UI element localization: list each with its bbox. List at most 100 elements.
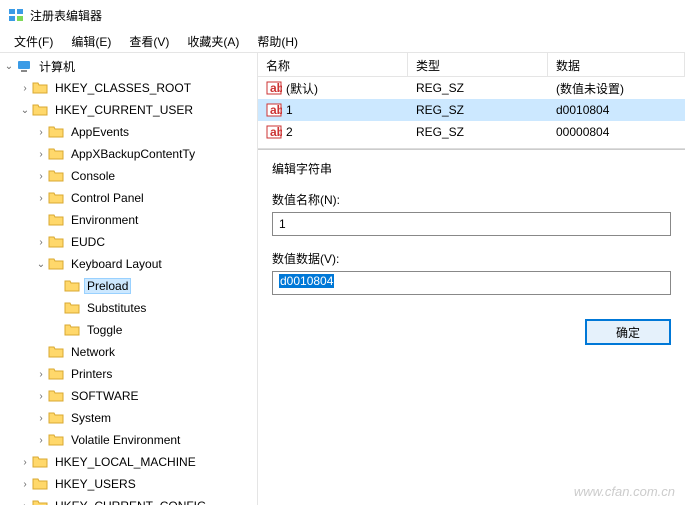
tree-network[interactable]: ·Network <box>0 341 257 363</box>
tree-label: Substitutes <box>84 300 149 316</box>
value-type: REG_SZ <box>408 81 548 95</box>
folder-icon <box>32 454 48 470</box>
tree-subst[interactable]: ·Substitutes <box>0 297 257 319</box>
tree-label: Network <box>68 344 118 360</box>
expand-icon[interactable]: › <box>18 83 32 94</box>
tree-kbd[interactable]: ⌄ Keyboard Layout <box>0 253 257 275</box>
folder-icon <box>48 388 64 404</box>
list-row[interactable]: ab 1 REG_SZd0010804 <box>258 99 685 121</box>
menu-favorites[interactable]: 收藏夹(A) <box>179 31 247 52</box>
list-header: 名称 类型 数据 <box>258 53 685 77</box>
tree-appx[interactable]: ›AppXBackupContentTy <box>0 143 257 165</box>
tree-software[interactable]: › SOFTWARE <box>0 385 257 407</box>
expand-icon[interactable]: › <box>34 391 48 402</box>
menu-help[interactable]: 帮助(H) <box>249 31 306 52</box>
value-data-input[interactable]: d0010804 <box>272 271 671 295</box>
folder-icon <box>48 146 64 162</box>
folder-icon <box>32 102 48 118</box>
computer-icon <box>16 58 32 74</box>
expand-icon[interactable]: ⌄ <box>2 61 16 72</box>
expand-icon[interactable]: › <box>18 479 32 490</box>
edit-string-dialog: 编辑字符串 数值名称(N): 数值数据(V): d0010804 确定 <box>258 149 685 359</box>
tree-label: Printers <box>68 366 115 382</box>
tree-label: System <box>68 410 114 426</box>
expand-icon[interactable]: › <box>18 457 32 468</box>
value-type: REG_SZ <box>408 103 548 117</box>
tree-eudc[interactable]: › EUDC <box>0 231 257 253</box>
tree-hkcr[interactable]: › HKEY_CLASSES_ROOT <box>0 77 257 99</box>
tree-label: HKEY_USERS <box>52 476 139 492</box>
tree-hkcc[interactable]: ›HKEY_CURRENT_CONFIG <box>0 495 257 505</box>
expand-icon[interactable]: › <box>34 193 48 204</box>
col-name[interactable]: 名称 <box>258 53 408 76</box>
tree-toggle[interactable]: ·Toggle <box>0 319 257 341</box>
tree-label: Keyboard Layout <box>68 256 165 272</box>
expand-icon[interactable]: › <box>34 369 48 380</box>
expand-icon[interactable]: ⌄ <box>34 259 48 270</box>
menu-file[interactable]: 文件(F) <box>6 31 61 52</box>
expand-icon[interactable]: › <box>34 237 48 248</box>
expand-icon[interactable]: › <box>34 127 48 138</box>
tree-hklm[interactable]: › HKEY_LOCAL_MACHINE <box>0 451 257 473</box>
folder-icon <box>48 366 64 382</box>
expand-icon[interactable]: › <box>34 171 48 182</box>
tree-root[interactable]: ⌄ 计算机 <box>0 55 257 77</box>
value-name-input[interactable] <box>272 212 671 236</box>
list-row[interactable]: ab(默认)REG_SZ(数值未设置) <box>258 77 685 99</box>
tree-preload[interactable]: ·Preload <box>0 275 257 297</box>
expand-icon[interactable]: › <box>18 501 32 505</box>
tree-label: HKEY_LOCAL_MACHINE <box>52 454 199 470</box>
selected-text: d0010804 <box>279 274 334 288</box>
list-body[interactable]: ab(默认)REG_SZ(数值未设置)ab1REG_SZd0010804ab2R… <box>258 77 685 143</box>
menu-view[interactable]: 查看(V) <box>121 31 177 52</box>
folder-icon <box>48 234 64 250</box>
value-name: 1 <box>286 103 293 117</box>
folder-icon <box>48 344 64 360</box>
tree-label: HKEY_CLASSES_ROOT <box>52 80 194 96</box>
menu-bar: 文件(F) 编辑(E) 查看(V) 收藏夹(A) 帮助(H) <box>0 30 685 52</box>
string-value-icon: ab <box>266 80 282 96</box>
tree-cpanel[interactable]: › Control Panel <box>0 187 257 209</box>
tree-hkcu[interactable]: ⌄ HKEY_CURRENT_USER <box>0 99 257 121</box>
folder-icon <box>48 432 64 448</box>
tree-label: HKEY_CURRENT_USER <box>52 102 196 118</box>
folder-icon <box>64 300 80 316</box>
tree-label: SOFTWARE <box>68 388 142 404</box>
col-data[interactable]: 数据 <box>548 53 685 76</box>
ok-button[interactable]: 确定 <box>585 319 671 345</box>
value-data: (数值未设置) <box>548 80 685 97</box>
menu-edit[interactable]: 编辑(E) <box>63 31 119 52</box>
regedit-icon <box>8 7 24 23</box>
tree-appevents[interactable]: ›AppEvents <box>0 121 257 143</box>
folder-icon <box>48 124 64 140</box>
tree-label: Control Panel <box>68 190 147 206</box>
folder-icon <box>48 168 64 184</box>
expand-icon[interactable]: › <box>34 435 48 446</box>
expand-icon[interactable]: ⌄ <box>18 105 32 116</box>
expand-icon[interactable]: › <box>34 413 48 424</box>
expand-icon[interactable]: › <box>34 149 48 160</box>
folder-icon <box>64 322 80 338</box>
col-type[interactable]: 类型 <box>408 53 548 76</box>
tree-env[interactable]: ·Environment <box>0 209 257 231</box>
tree-label: EUDC <box>68 234 108 250</box>
list-row[interactable]: ab2REG_SZ00000804 <box>258 121 685 143</box>
tree-volenv[interactable]: ›Volatile Environment <box>0 429 257 451</box>
value-data: 00000804 <box>548 125 685 139</box>
tree-system[interactable]: › System <box>0 407 257 429</box>
string-value-icon: ab <box>266 102 282 118</box>
tree-hku[interactable]: › HKEY_USERS <box>0 473 257 495</box>
folder-icon <box>48 212 64 228</box>
value-name: 2 <box>286 125 293 139</box>
value-data: d0010804 <box>548 103 685 117</box>
svg-text:ab: ab <box>270 103 282 117</box>
svg-text:ab: ab <box>270 81 282 95</box>
value-data-label: 数值数据(V): <box>272 250 671 267</box>
folder-icon <box>48 410 64 426</box>
tree-console[interactable]: ›Console <box>0 165 257 187</box>
window-title: 注册表编辑器 <box>30 7 102 24</box>
tree-printers[interactable]: › Printers <box>0 363 257 385</box>
registry-tree[interactable]: ⌄ 计算机 › HKEY_CLASSES_ROOT ⌄ HKEY_CURRENT… <box>0 53 258 505</box>
folder-icon <box>64 278 80 294</box>
tree-label-selected: Preload <box>84 278 131 294</box>
